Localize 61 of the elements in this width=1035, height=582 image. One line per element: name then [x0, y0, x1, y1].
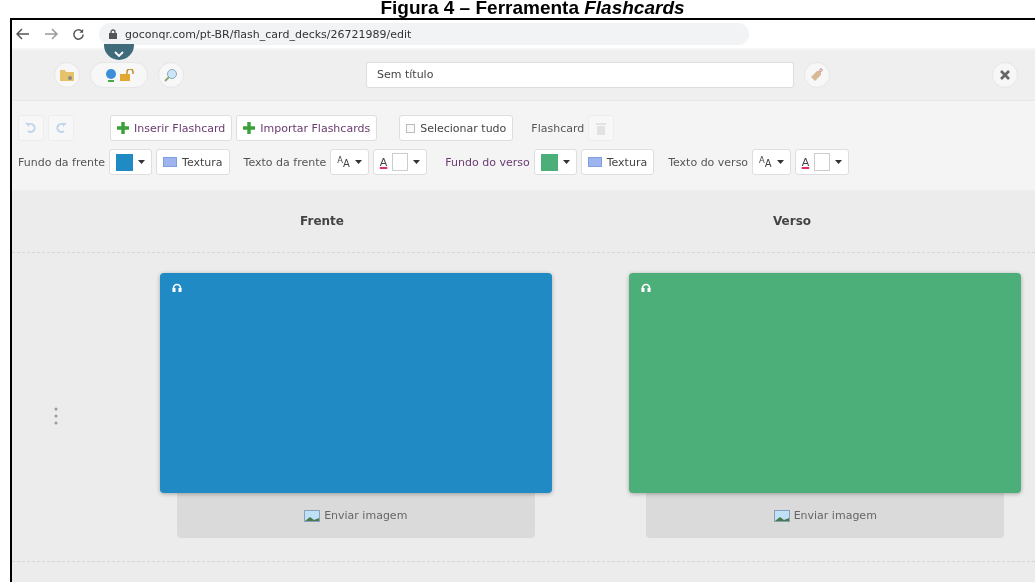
color-picker[interactable]	[109, 149, 153, 175]
plus-icon	[243, 122, 256, 134]
zoom-button[interactable]	[158, 62, 184, 88]
address-bar[interactable]: goconqr.com/pt-BR/flash_card_decks/26721989/edit	[99, 23, 749, 45]
upload-image-button[interactable]: Enviar imagem	[176, 493, 535, 538]
caret-icon	[835, 160, 843, 164]
texture-button[interactable]: Textura	[156, 149, 230, 175]
folder-icon	[60, 69, 74, 81]
close-button[interactable]	[992, 62, 1018, 88]
upload-image-button[interactable]: Enviar imagem	[646, 493, 1005, 538]
color-swatch	[814, 153, 831, 171]
caret-icon	[354, 160, 362, 164]
tag-button[interactable]	[804, 62, 830, 88]
caret-icon	[138, 160, 146, 164]
select-all-button[interactable]: Selecionar tudo	[399, 115, 514, 141]
dropdown-tab[interactable]	[104, 44, 134, 60]
caret-icon	[562, 160, 570, 164]
checkbox-icon	[406, 123, 416, 133]
headphones-icon[interactable]	[171, 283, 182, 292]
image-icon	[304, 509, 321, 522]
plus-icon	[117, 122, 129, 134]
column-heading: Verso	[771, 214, 813, 228]
reload-icon[interactable]	[72, 27, 85, 41]
title-field[interactable]: Sem título	[366, 62, 794, 88]
chevron-icon	[114, 51, 124, 57]
texture-icon	[163, 157, 178, 167]
texture-icon	[587, 157, 602, 167]
sharing-button[interactable]	[90, 62, 148, 88]
texture-button[interactable]: Textura	[580, 149, 655, 175]
text-color-button[interactable]: A	[372, 149, 428, 175]
forward-arrow-icon[interactable]	[44, 28, 58, 40]
back-arrow-icon[interactable]	[16, 28, 30, 40]
text-style-label: Texto do verso	[668, 155, 749, 169]
flashcard-label: Flashcard	[531, 121, 585, 135]
drag-handle-icon[interactable]	[54, 407, 58, 425]
color-picker[interactable]	[533, 149, 577, 175]
add-button[interactable]: Importar Flashcards	[236, 115, 378, 141]
column-heading: Frente	[299, 214, 345, 228]
background-label: Fundo da frente	[18, 155, 106, 169]
folder-button[interactable]	[54, 62, 80, 88]
undo-icon	[25, 122, 37, 134]
lock-icon	[120, 69, 134, 81]
lock-icon	[109, 29, 117, 39]
tag-icon	[809, 67, 825, 83]
background-label: Fundo do verso	[445, 155, 530, 169]
text-color-button[interactable]: A	[794, 149, 850, 175]
font-size-button[interactable]: $^{A}$A	[330, 149, 369, 175]
figure-caption: Figura 4 – Ferramenta Flashcards	[379, 0, 686, 18]
caret-icon	[413, 160, 421, 164]
font-size-button[interactable]: $^{A}$A	[752, 149, 791, 175]
color-swatch	[392, 153, 409, 171]
headphones-icon[interactable]	[641, 283, 652, 292]
text-style-label: Texto da frente	[243, 155, 327, 169]
close-icon	[999, 69, 1011, 81]
magnifier-icon	[164, 68, 178, 82]
image-icon	[773, 509, 790, 522]
url-text: goconqr.com/pt-BR/flash_card_decks/26721989/edit	[125, 27, 412, 41]
caret-icon	[776, 160, 784, 164]
globe-icon	[104, 68, 118, 82]
add-button[interactable]: Inserir Flashcard	[110, 115, 233, 141]
redo-icon	[55, 122, 67, 134]
